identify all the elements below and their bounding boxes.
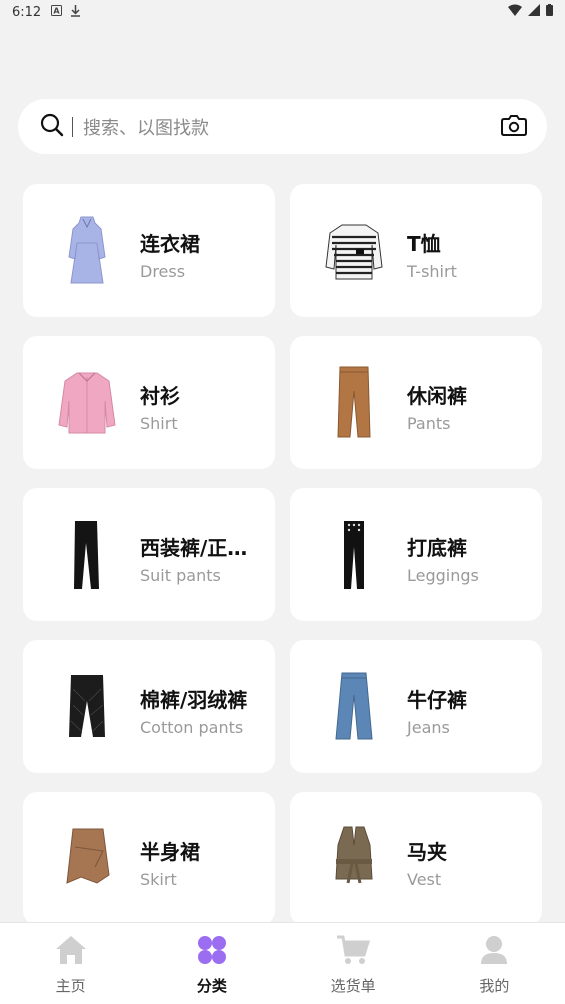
battery-icon [546, 4, 553, 20]
category-name-en: Dress [140, 262, 186, 281]
category-name-en: Jeans [407, 718, 450, 737]
suit-pants-image [45, 513, 129, 597]
vest-image [312, 817, 396, 901]
bottom-navigation: 主页 分类 选货单 我的 [0, 922, 565, 1004]
category-name-en: Cotton pants [140, 718, 244, 737]
category-name-en: Skirt [140, 870, 177, 889]
category-card-cotton-pants[interactable]: 棉裤/羽绒裤 Cotton pants [23, 640, 275, 773]
nav-cart[interactable]: 选货单 [283, 923, 424, 1004]
nav-category[interactable]: 分类 [141, 923, 282, 1004]
home-icon [55, 935, 87, 969]
tshirt-image [312, 209, 396, 293]
category-card-jeans[interactable]: 牛仔裤 Jeans [290, 640, 542, 773]
category-name-en: Leggings [407, 566, 479, 585]
leggings-image [312, 513, 396, 597]
category-name: 棉裤/羽绒裤 [140, 688, 248, 712]
category-card-skirt[interactable]: 半身裙 Skirt [23, 792, 275, 925]
category-card-pants[interactable]: 休闲裤 Pants [290, 336, 542, 469]
category-card-shirt[interactable]: 衬衫 Shirt [23, 336, 275, 469]
shirt-image [45, 361, 129, 445]
status-time: 6:12 [12, 4, 42, 20]
download-icon [70, 4, 81, 20]
nav-label: 我的 [479, 977, 510, 995]
search-bar[interactable]: 搜索、以图找款 [18, 99, 547, 154]
nav-home[interactable]: 主页 [0, 923, 141, 1004]
jeans-image [312, 665, 396, 749]
profile-icon [478, 935, 510, 969]
category-name: 马夹 [407, 840, 447, 864]
search-cursor [72, 116, 73, 137]
notification-icon: A [51, 5, 63, 19]
nav-label: 选货单 [330, 977, 376, 995]
skirt-image [45, 817, 129, 901]
category-name: 休闲裤 [407, 384, 467, 408]
signal-icon [528, 4, 540, 20]
category-name-en: Shirt [140, 414, 178, 433]
category-name: 西装裤/正… [140, 536, 248, 560]
category-card-dress[interactable]: 连衣裙 Dress [23, 184, 275, 317]
nav-label: 分类 [196, 977, 227, 995]
pants-image [312, 361, 396, 445]
category-card-tshirt[interactable]: T恤 T-shirt [290, 184, 542, 317]
category-name-en: Vest [407, 870, 442, 889]
category-name-en: Pants [407, 414, 451, 433]
category-name: 衬衫 [140, 384, 180, 408]
nav-label: 主页 [55, 977, 86, 995]
search-icon[interactable] [40, 113, 64, 141]
category-name: 连衣裙 [140, 232, 200, 256]
category-card-leggings[interactable]: 打底裤 Leggings [290, 488, 542, 621]
category-name-en: Suit pants [140, 566, 221, 585]
category-icon [196, 935, 228, 969]
category-card-vest[interactable]: 马夹 Vest [290, 792, 542, 925]
status-bar: 6:12 A [0, 0, 565, 24]
dress-image [45, 209, 129, 293]
category-name: 半身裙 [140, 840, 200, 864]
category-name-en: T-shirt [407, 262, 457, 281]
category-name: T恤 [407, 232, 441, 256]
wifi-icon [508, 4, 522, 20]
cotton-pants-image [45, 665, 129, 749]
category-name: 打底裤 [407, 536, 467, 560]
cart-icon [336, 935, 371, 969]
camera-icon[interactable] [501, 113, 527, 141]
category-card-suit-pants[interactable]: 西装裤/正… Suit pants [23, 488, 275, 621]
svg-text:A: A [54, 7, 61, 16]
nav-profile[interactable]: 我的 [424, 923, 565, 1004]
category-name: 牛仔裤 [407, 688, 467, 712]
search-input[interactable]: 搜索、以图找款 [83, 114, 209, 140]
